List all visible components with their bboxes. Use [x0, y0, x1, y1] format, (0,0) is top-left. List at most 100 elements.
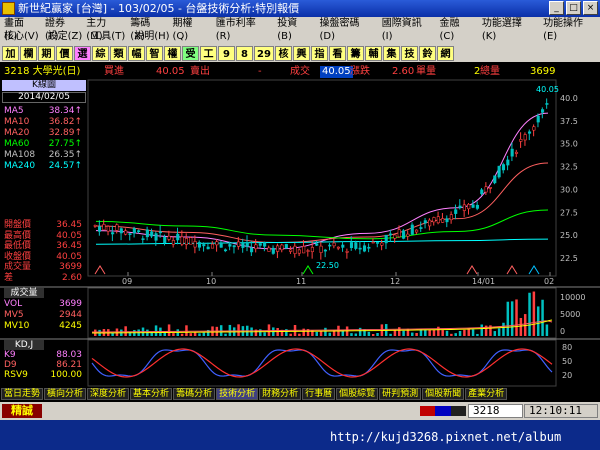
- signal-triangle-3: [506, 265, 518, 275]
- tab-1[interactable]: 橫向分析: [44, 388, 87, 400]
- d-line: [91, 348, 553, 378]
- candle-body-30: [223, 249, 228, 252]
- volume-bar-60: [354, 333, 358, 336]
- candle-body-94: [501, 164, 506, 171]
- tab-2[interactable]: 深度分析: [87, 388, 130, 400]
- volume-bar-21: [185, 325, 188, 336]
- volume-bar-68: [389, 333, 392, 336]
- volume-bar-22: [189, 333, 193, 336]
- status-bar: 精誠 3218 12:10:11: [0, 402, 600, 420]
- volume-tick-1: 5000: [560, 310, 580, 319]
- tab-7[interactable]: 行事曆: [302, 388, 336, 400]
- candle-body-69: [393, 234, 397, 239]
- tab-5[interactable]: 技術分析: [216, 388, 259, 400]
- volume-bar-92: [493, 331, 497, 336]
- candle-body-17: [167, 235, 171, 240]
- candle-body-6: [119, 228, 123, 234]
- candle-body-101: [532, 126, 536, 131]
- candle-body-74: [415, 229, 419, 233]
- candle-body-11: [141, 238, 145, 240]
- candle-body-87: [471, 204, 475, 208]
- candle-body-37: [254, 244, 258, 250]
- volume-bar-82: [450, 333, 453, 336]
- date-tick-0: 09: [122, 277, 132, 286]
- candle-body-103: [541, 109, 545, 113]
- stock-code-field[interactable]: 3218: [468, 404, 523, 418]
- price-tick-7: 22.5: [560, 254, 578, 263]
- signal-triangle-2: [466, 265, 478, 275]
- tab-8[interactable]: 個股綜覽: [336, 388, 379, 400]
- watermark-url: http://kujd3268.pixnet.net/album: [330, 430, 562, 444]
- candle-body-63: [367, 246, 371, 249]
- volume-bar-104: [545, 324, 549, 336]
- candle-body-76: [423, 220, 427, 224]
- volume-bar-93: [497, 328, 501, 336]
- candle-body-64: [371, 241, 375, 244]
- candle-body-32: [232, 245, 236, 248]
- candle-body-20: [180, 236, 184, 245]
- candle-body-86: [467, 204, 471, 210]
- candle-body-58: [345, 251, 349, 253]
- date-tick-5: 02: [544, 277, 554, 286]
- candle-body-36: [250, 247, 254, 253]
- volume-bar-24: [198, 333, 201, 336]
- candle-body-81: [445, 218, 449, 223]
- volume-bar-84: [458, 330, 462, 336]
- candle-body-15: [158, 231, 162, 234]
- tab-11[interactable]: 產業分析: [465, 388, 508, 400]
- candle-body-41: [271, 247, 275, 254]
- volume-bar-47: [298, 333, 301, 336]
- price-tick-5: 27.5: [560, 208, 578, 217]
- volume-tick-0: 10000: [560, 293, 585, 302]
- candle-body-89: [480, 189, 484, 195]
- candle-body-85: [462, 204, 466, 211]
- volume-bar-95: [506, 301, 510, 336]
- kd-tick-2: 20: [562, 371, 572, 380]
- volume-bar-100: [528, 292, 531, 336]
- tab-9[interactable]: 研判預測: [379, 388, 422, 400]
- tab-4[interactable]: 籌碼分析: [173, 388, 216, 400]
- volume-bar-69: [393, 330, 397, 336]
- volume-bar-54: [328, 332, 332, 336]
- volume-bar-79: [437, 326, 440, 336]
- candle-body-95: [506, 159, 510, 166]
- candle-body-19: [176, 233, 180, 241]
- high-label: 40.05: [536, 85, 559, 94]
- volume-bar-33: [237, 324, 240, 336]
- volume-bar-61: [358, 327, 362, 336]
- candle-body-5: [115, 224, 119, 231]
- volume-bar-88: [476, 333, 479, 336]
- candle-body-43: [280, 244, 284, 251]
- signal-triangle-0: [94, 265, 106, 275]
- volume-bar-48: [302, 328, 305, 336]
- candle-body-75: [419, 227, 423, 229]
- candle-body-78: [432, 217, 436, 223]
- volume-bar-78: [432, 329, 436, 336]
- date-tick-3: 12: [390, 277, 400, 286]
- volume-bar-81: [445, 330, 449, 336]
- price-tick-6: 25.0: [560, 231, 578, 240]
- candle-body-72: [406, 233, 410, 237]
- volume-bar-87: [471, 329, 475, 336]
- volume-bar-71: [402, 330, 405, 336]
- candle-body-50: [310, 247, 314, 253]
- candle-body-52: [319, 245, 323, 253]
- candle-body-31: [228, 244, 232, 247]
- tab-3[interactable]: 基本分析: [130, 388, 173, 400]
- ma-line-ma5: [95, 112, 549, 250]
- candle-body-14: [154, 233, 158, 241]
- tab-0[interactable]: 當日走勢: [1, 388, 44, 400]
- candle-body-67: [384, 234, 388, 244]
- volume-bar-53: [324, 327, 327, 336]
- candle-body-23: [193, 241, 197, 248]
- volume-bar-97: [515, 299, 518, 336]
- candle-body-33: [237, 241, 241, 247]
- candle-body-4: [111, 232, 115, 235]
- clock: 12:10:11: [524, 404, 598, 418]
- tab-10[interactable]: 個股新聞: [422, 388, 465, 400]
- tab-6[interactable]: 財務分析: [259, 388, 302, 400]
- candle-body-62: [362, 245, 367, 252]
- candle-body-70: [397, 229, 401, 238]
- candle-body-80: [441, 218, 445, 223]
- date-tick-4: 14/01: [472, 277, 495, 286]
